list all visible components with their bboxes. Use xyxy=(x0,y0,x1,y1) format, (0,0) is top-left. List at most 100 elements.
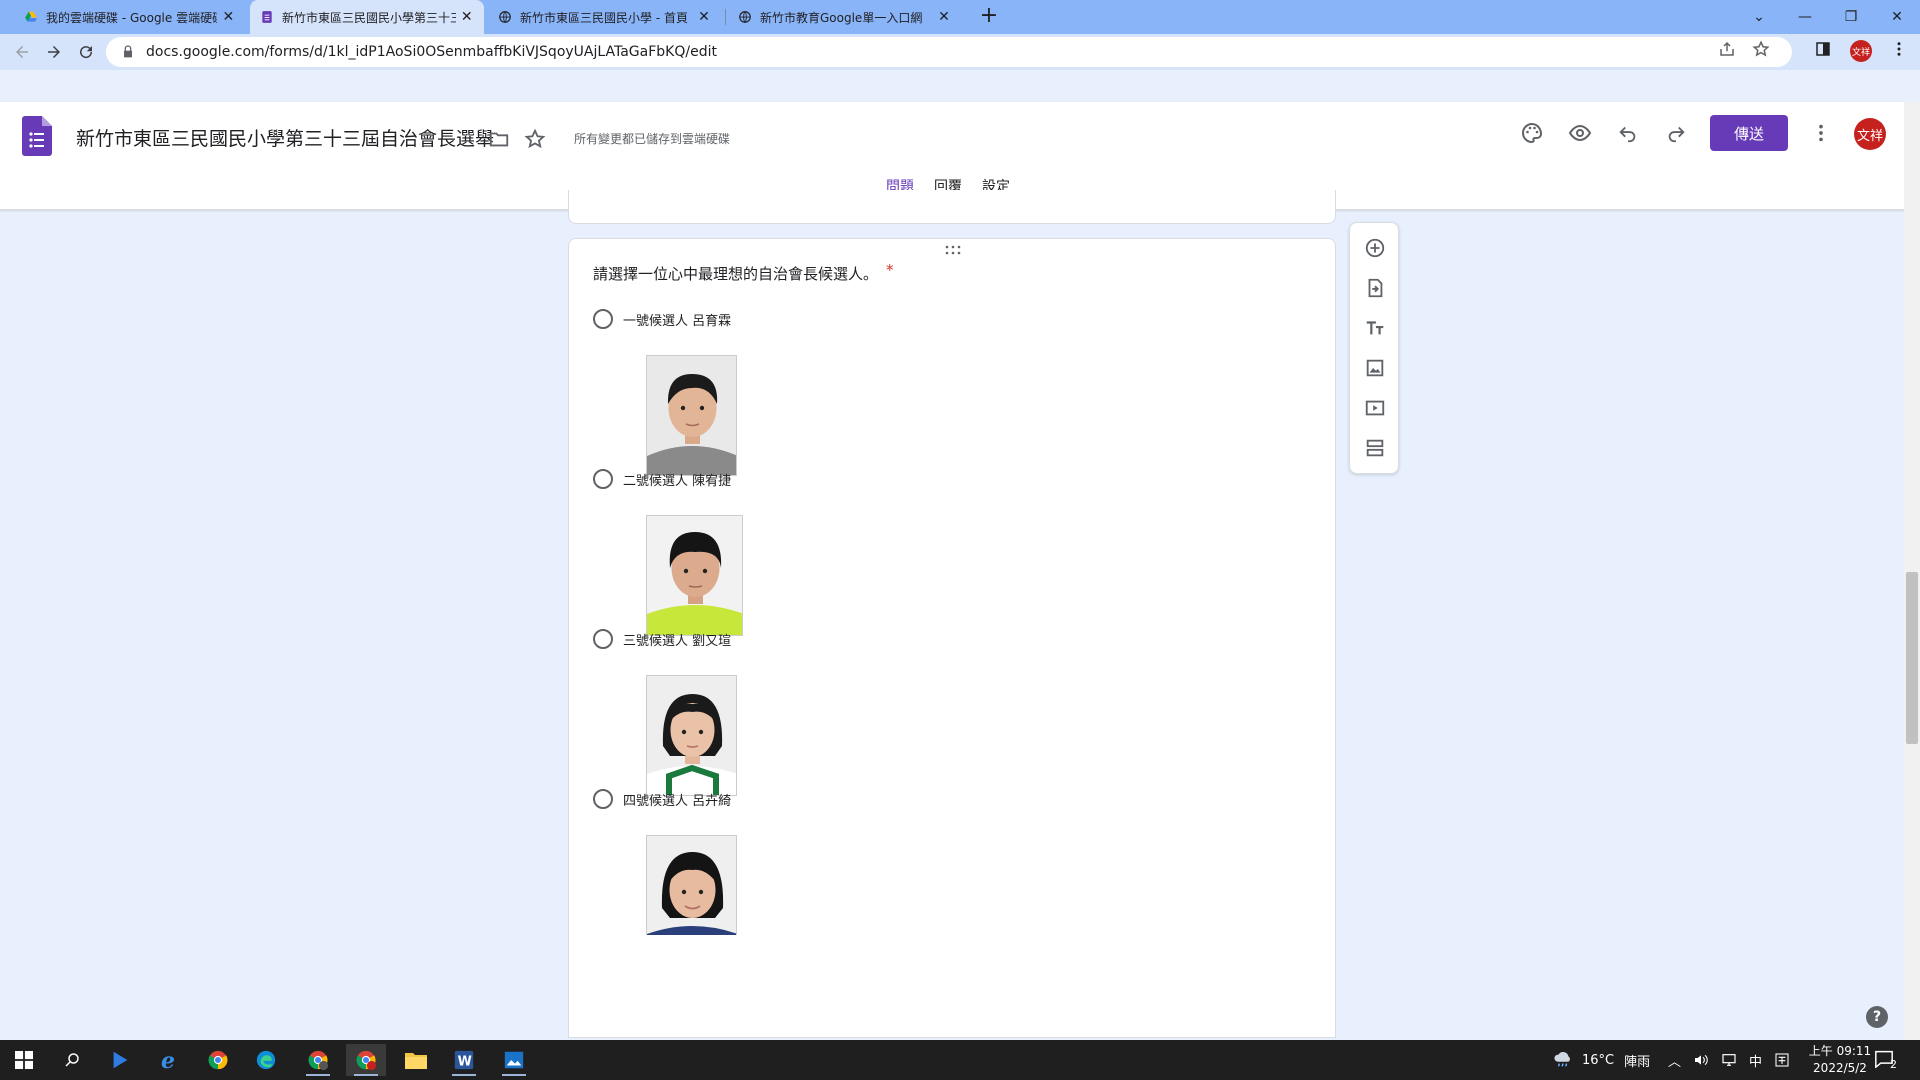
redo-icon[interactable] xyxy=(1663,120,1689,146)
candidate-2-photo xyxy=(646,515,743,636)
radio-button[interactable] xyxy=(593,789,613,809)
radio-button[interactable] xyxy=(593,309,613,329)
previous-question-card[interactable] xyxy=(568,190,1336,224)
profile-avatar[interactable]: 文祥 xyxy=(1850,40,1872,62)
minimize-button[interactable]: — xyxy=(1782,0,1828,34)
file-explorer-icon[interactable] xyxy=(396,1044,436,1076)
chrome-profile-icon[interactable] xyxy=(298,1044,338,1076)
photos-icon[interactable] xyxy=(494,1044,534,1076)
close-tab-icon[interactable]: ✕ xyxy=(460,9,474,25)
clock-time: 上午 09:11 xyxy=(1808,1044,1872,1058)
import-questions-icon xyxy=(1368,278,1383,298)
forward-button[interactable] xyxy=(40,38,68,66)
send-button[interactable]: 傳送 xyxy=(1710,115,1788,151)
add-question-button[interactable] xyxy=(1362,235,1388,261)
candidate-4-photo xyxy=(646,835,737,935)
browser-actions: 文祥 xyxy=(1814,40,1908,62)
google-drive-icon xyxy=(25,11,37,22)
address-bar[interactable]: docs.google.com/forms/d/1kl_idP1AoSi0OSe… xyxy=(106,37,1792,67)
add-image-icon xyxy=(1366,359,1384,377)
palette-icon[interactable] xyxy=(1519,120,1545,146)
chrome-active-window-icon[interactable] xyxy=(346,1044,386,1076)
lock-icon xyxy=(124,45,132,58)
share-icon[interactable] xyxy=(1718,40,1736,58)
reload-button[interactable] xyxy=(72,38,100,66)
help-icon[interactable]: ? xyxy=(1866,1006,1888,1028)
close-window-button[interactable]: ✕ xyxy=(1874,0,1920,34)
browser-tab-forms[interactable]: 新竹市東區三民國民小學第三十三屆 ✕ xyxy=(250,0,484,34)
google-forms-icon xyxy=(262,11,272,23)
search-icon[interactable] xyxy=(52,1044,92,1076)
tray-chevron-up-icon[interactable]: ︿ xyxy=(1668,1051,1681,1070)
internet-explorer-icon[interactable]: e xyxy=(150,1044,190,1076)
required-asterisk: * xyxy=(886,261,894,279)
more-vert-icon[interactable] xyxy=(1808,120,1834,146)
radio-option-4[interactable]: 四號候選人 呂卉綺 xyxy=(593,789,731,809)
close-tab-icon[interactable]: ✕ xyxy=(696,9,712,25)
word-icon[interactable]: W xyxy=(444,1044,484,1076)
tab-title: 新竹市教育Google單一入口網 xyxy=(760,10,923,25)
close-tab-icon[interactable]: ✕ xyxy=(936,9,952,25)
import-questions-button[interactable] xyxy=(1362,275,1388,301)
browser-tab-portal[interactable]: 新竹市教育Google單一入口網 ✕ xyxy=(728,0,962,34)
reload-icon xyxy=(80,46,93,59)
google-forms-logo-icon[interactable] xyxy=(22,116,52,156)
tab-separator xyxy=(725,9,726,25)
option-label: 四號候選人 呂卉綺 xyxy=(623,793,732,809)
close-tab-icon[interactable]: ✕ xyxy=(221,9,236,25)
candidate-3-photo xyxy=(646,675,737,796)
windows-taskbar: e W 16°C 陣雨 ︿ 中 上午 09:11 2022/5/2 2 xyxy=(0,1040,1920,1080)
browser-tab-drive[interactable]: 我的雲端硬碟 - Google 雲端硬碟 ✕ xyxy=(14,0,246,34)
weather-widget[interactable]: 16°C 陣雨 xyxy=(1552,1040,1650,1080)
clock-date: 2022/5/2 xyxy=(1813,1061,1867,1075)
more-vert-icon[interactable] xyxy=(1890,40,1908,58)
restore-button[interactable]: ❐ xyxy=(1828,0,1874,34)
tab-search-chevron-icon[interactable]: ⌄ xyxy=(1736,0,1782,34)
add-section-icon xyxy=(1366,439,1384,457)
undo-icon[interactable] xyxy=(1615,120,1641,146)
add-title-button[interactable] xyxy=(1362,315,1388,341)
page-scrollbar-thumb[interactable] xyxy=(1906,572,1918,744)
option-label: 一號候選人 呂育霖 xyxy=(623,313,732,329)
network-icon[interactable] xyxy=(1721,1052,1737,1068)
chrome-icon[interactable] xyxy=(198,1044,238,1076)
tab-title: 我的雲端硬碟 - Google 雲端硬碟 xyxy=(46,10,217,25)
browser-tab-school[interactable]: 新竹市東區三民國民小學 - 首頁 ✕ xyxy=(488,0,722,34)
system-clock[interactable]: 上午 09:11 2022/5/2 xyxy=(1800,1043,1880,1077)
star-icon[interactable] xyxy=(522,126,548,152)
preview-eye-icon[interactable] xyxy=(1567,120,1593,146)
edge-icon[interactable] xyxy=(246,1044,286,1076)
globe-icon xyxy=(739,11,751,23)
back-button[interactable] xyxy=(8,38,36,66)
cloud-rain-icon xyxy=(1554,1052,1570,1067)
add-video-button[interactable] xyxy=(1362,395,1388,421)
windows-start-icon[interactable] xyxy=(4,1044,44,1076)
account-avatar[interactable]: 文祥 xyxy=(1854,118,1886,150)
volume-icon[interactable] xyxy=(1693,1052,1709,1068)
save-status: 所有變更都已儲存到雲端硬碟 xyxy=(574,132,731,146)
question-title[interactable]: 請選擇一位心中最理想的自治會長候選人。 * xyxy=(593,261,894,284)
add-section-button[interactable] xyxy=(1362,435,1388,461)
notification-center-button[interactable]: 2 xyxy=(1872,1048,1900,1072)
radio-button[interactable] xyxy=(593,629,613,649)
side-panel-icon[interactable] xyxy=(1814,40,1832,58)
add-image-button[interactable] xyxy=(1362,355,1388,381)
question-title-text: 請選擇一位心中最理想的自治會長候選人。 xyxy=(593,265,879,283)
radio-option-1[interactable]: 一號候選人 呂育霖 xyxy=(593,309,731,329)
page-scrollbar-track[interactable] xyxy=(1904,102,1920,1040)
drag-handle-icon[interactable] xyxy=(945,245,961,255)
new-tab-button[interactable]: + xyxy=(976,4,1002,30)
notification-count: 2 xyxy=(1890,1058,1897,1071)
document-title[interactable]: 新竹市東區三民國民小學第三十三屆自治會長選舉 xyxy=(76,124,494,151)
bookmark-star-icon[interactable] xyxy=(1752,40,1770,58)
ime-mode-icon[interactable] xyxy=(1774,1052,1790,1068)
radio-option-2[interactable]: 二號候選人 陳宥捷 xyxy=(593,469,731,489)
weather-desc: 陣雨 xyxy=(1624,1054,1651,1070)
globe-icon xyxy=(499,11,511,23)
question-card[interactable]: 請選擇一位心中最理想的自治會長候選人。 * 一號候選人 呂育霖 二號候選人 陳宥捷 xyxy=(568,238,1336,1038)
media-player-icon[interactable] xyxy=(100,1044,140,1076)
radio-option-3[interactable]: 三號候選人 劉又瑄 xyxy=(593,629,731,649)
radio-button[interactable] xyxy=(593,469,613,489)
move-to-folder-icon[interactable] xyxy=(486,126,512,152)
ime-indicator[interactable]: 中 xyxy=(1749,1051,1762,1070)
